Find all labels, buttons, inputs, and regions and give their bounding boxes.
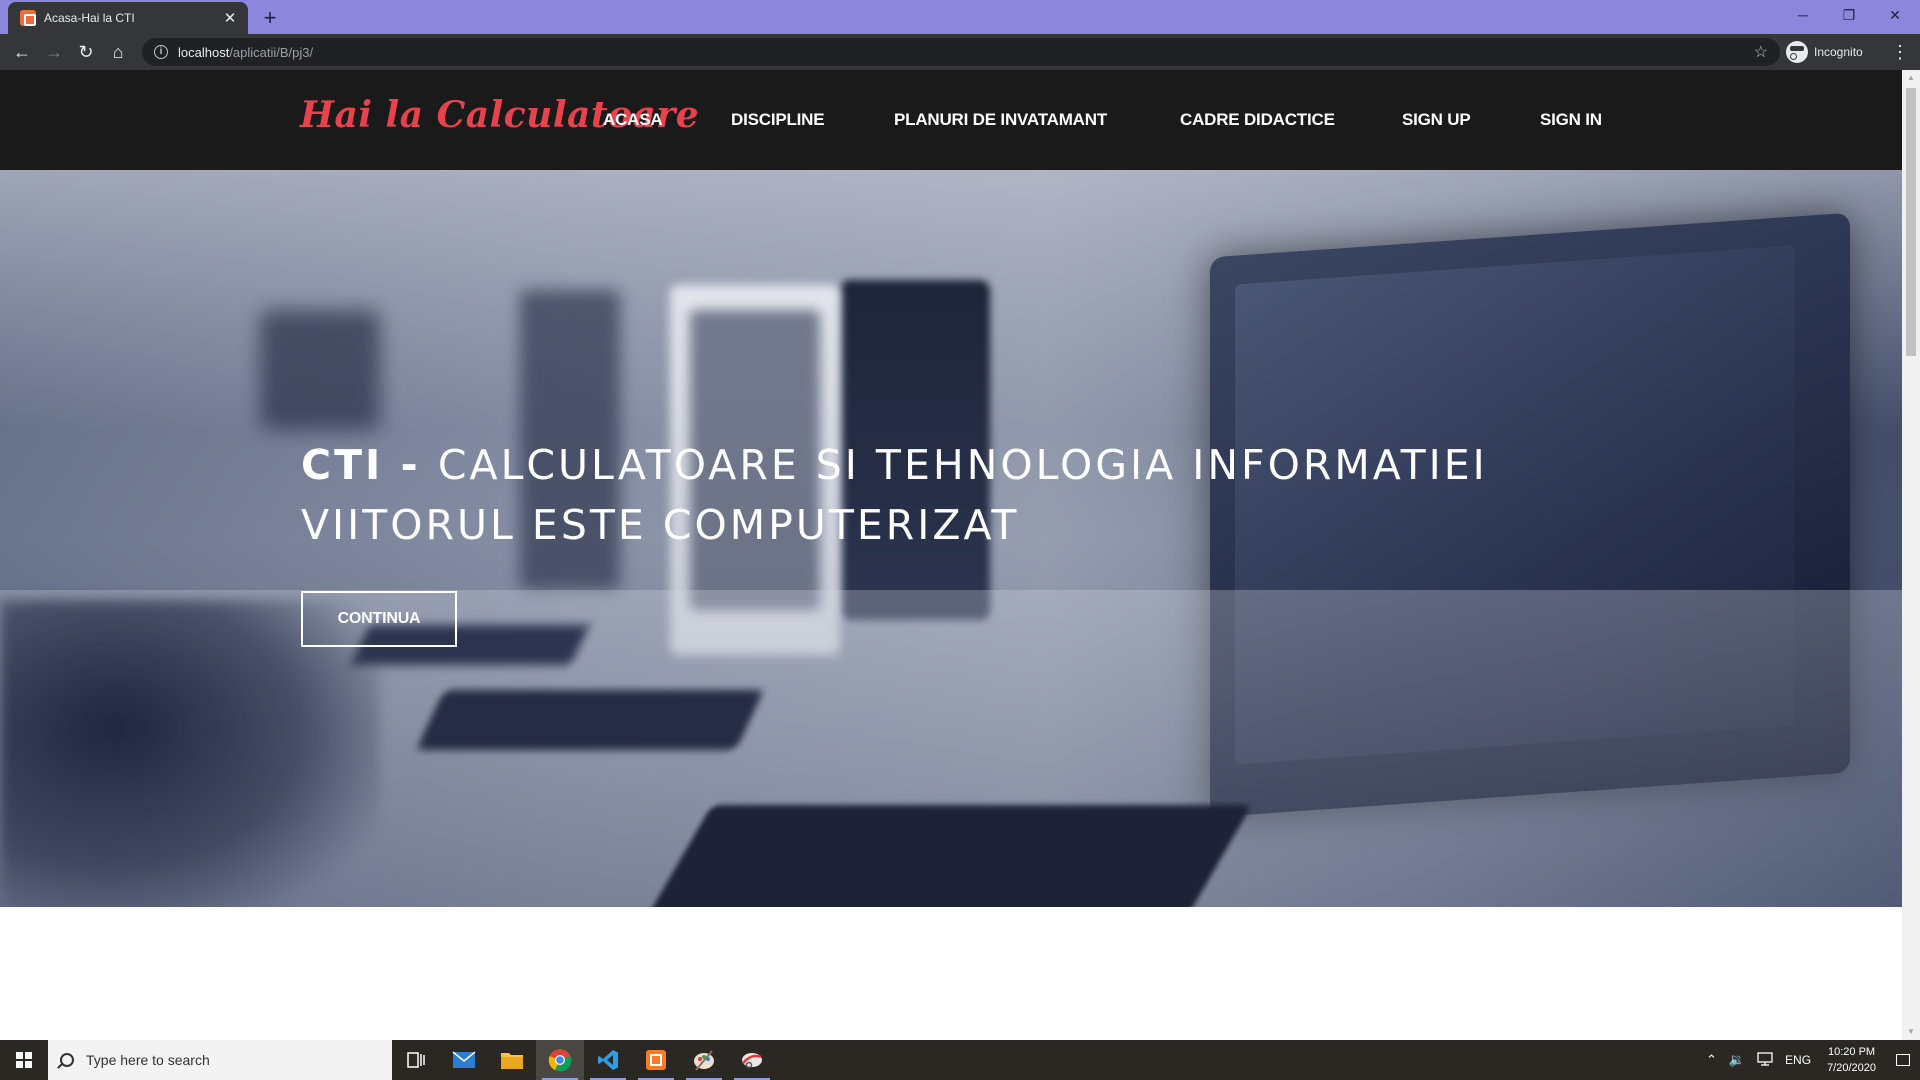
nav-planuri-de-invatamant[interactable]: PLANURI DE INVATAMANT [894,110,1107,130]
network-icon[interactable] [1751,1051,1779,1069]
taskbar-search[interactable]: Type here to search [48,1040,392,1080]
close-tab-icon[interactable]: ✕ [222,9,238,27]
volume-icon[interactable]: 🔉 [1723,1052,1751,1068]
site-header: Hai la Calculatoare ACASA DISCIPLINE PLA… [0,70,1902,170]
task-view-icon[interactable] [392,1040,440,1080]
reload-icon[interactable]: ↻ [72,38,100,66]
system-tray: ⌃ 🔉 ENG 10:20 PM 7/20/2020 [1700,1040,1920,1080]
close-window-button[interactable]: ✕ [1872,0,1918,30]
notification-center-icon[interactable] [1886,1040,1920,1080]
file-explorer-icon[interactable] [488,1040,536,1080]
restore-button[interactable]: ❐ [1826,0,1872,30]
tab-title: Acasa-Hai la CTI [44,11,135,25]
hero-heading-strong: CTI - [301,441,438,489]
clock-time: 10:20 PM [1827,1046,1876,1058]
start-button[interactable] [0,1040,48,1080]
browser-menu-icon[interactable]: ⋮ [1888,38,1912,66]
continua-button[interactable]: CONTINUA [301,591,457,647]
page-scrollbar[interactable]: ▲ ▼ [1902,70,1920,1040]
url-host: localhost [178,44,230,60]
nav-discipline[interactable]: DISCIPLINE [731,110,825,130]
site-info-icon[interactable]: i [154,45,168,59]
chrome-icon[interactable] [536,1040,584,1080]
minimize-button[interactable]: ─ [1780,0,1826,30]
windows-taskbar: Type here to search ⌃ 🔉 ENG 10:20 PM 7/2… [0,1040,1920,1080]
show-hidden-icons-icon[interactable]: ⌃ [1700,1052,1723,1068]
nav-sign-in[interactable]: SIGN IN [1540,110,1602,130]
scroll-down-arrow-icon[interactable]: ▼ [1902,1024,1920,1040]
forward-arrow-icon[interactable]: → [40,38,68,66]
back-arrow-icon[interactable]: ← [8,38,36,66]
search-placeholder: Type here to search [86,1052,210,1068]
vscode-icon[interactable] [584,1040,632,1080]
taskbar-clock[interactable]: 10:20 PM 7/20/2020 [1817,1044,1886,1076]
nav-cadre-didactice[interactable]: CADRE DIDACTICE [1180,110,1335,130]
address-bar[interactable]: i localhost /aplicatii/B/pj3/ ☆ [142,38,1780,66]
new-tab-button[interactable]: + [258,6,282,30]
xampp-favicon-icon [20,10,36,26]
hero-heading-line1: CALCULATOARE SI TEHNOLOGIA INFORMATIEI [437,441,1488,489]
mail-icon[interactable] [440,1040,488,1080]
browser-titlebar: Acasa-Hai la CTI ✕ + ─ ❐ ✕ [0,0,1920,34]
bookmark-star-icon[interactable]: ☆ [1754,42,1768,62]
windows-logo-icon [16,1052,32,1068]
incognito-profile-button[interactable]: Incognito [1786,39,1863,65]
hero-heading: CTI - CALCULATOARE SI TEHNOLOGIA INFORMA… [301,435,1488,555]
language-indicator[interactable]: ENG [1779,1053,1817,1067]
scroll-up-arrow-icon[interactable]: ▲ [1902,70,1920,86]
incognito-label: Incognito [1814,45,1863,59]
hero-section: CTI - CALCULATOARE SI TEHNOLOGIA INFORMA… [0,170,1902,907]
nav-sign-up[interactable]: SIGN UP [1402,110,1471,130]
home-icon[interactable]: ⌂ [104,38,132,66]
search-icon [60,1053,74,1067]
snip-icon[interactable] [728,1040,776,1080]
browser-tab[interactable]: Acasa-Hai la CTI ✕ [8,2,248,34]
browser-toolbar: ← → ↻ ⌂ i localhost /aplicatii/B/pj3/ ☆ … [0,34,1920,70]
paint-icon[interactable] [680,1040,728,1080]
nav-acasa[interactable]: ACASA [603,110,663,130]
page-viewport: Hai la Calculatoare ACASA DISCIPLINE PLA… [0,70,1902,1040]
scrollbar-thumb[interactable] [1906,88,1916,356]
xampp-icon[interactable] [632,1040,680,1080]
url-path: /aplicatii/B/pj3/ [229,44,314,60]
incognito-icon [1786,41,1808,63]
hero-heading-line2: VIITORUL ESTE COMPUTERIZAT [301,501,1020,549]
clock-date: 7/20/2020 [1827,1062,1876,1074]
